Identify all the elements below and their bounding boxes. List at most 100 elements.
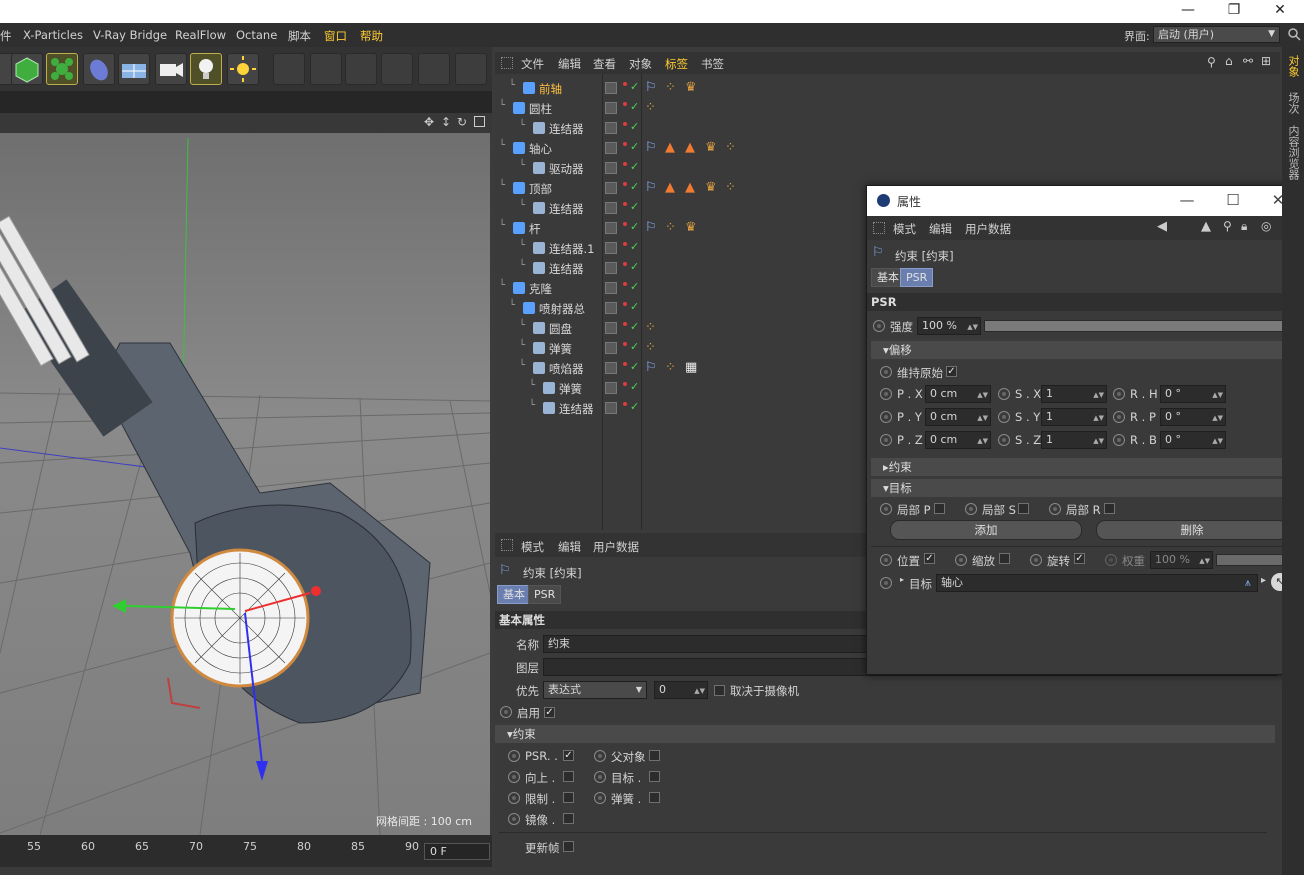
layer-visibility-box[interactable] [605,302,617,314]
visibility-dot[interactable] [623,222,627,226]
enabled-check-icon[interactable]: ✓ [630,140,639,153]
update-frame-checkbox[interactable] [563,841,574,852]
visibility-dot[interactable] [623,242,627,246]
zoom-view-icon[interactable]: ↕ [441,115,451,129]
object-name[interactable]: 克隆 [529,281,552,297]
enabled-check-icon[interactable]: ✓ [630,340,639,353]
rh-field[interactable]: 0 ° ▲▼ [1160,385,1226,403]
enabled-check-icon[interactable]: ✓ [630,160,639,173]
tree-line[interactable]: └ [519,340,525,351]
dots-tag-icon[interactable]: ⁘ [725,141,739,155]
object-row[interactable]: └ 连结器 ✓ [495,258,865,278]
visibility-dot[interactable] [623,122,627,126]
clamp-option-checkbox[interactable] [563,792,574,803]
deformer-icon[interactable] [83,53,115,85]
psr-animate-dot[interactable] [508,750,520,762]
strength-slider[interactable] [984,320,1295,332]
object-row[interactable]: └ 连结器 ✓ [495,398,865,418]
tree-line[interactable]: └ [509,80,515,91]
visibility-dot[interactable] [623,162,627,166]
layer-visibility-box[interactable] [605,82,617,94]
enabled-check-icon[interactable]: ✓ [630,280,639,293]
dots-tag-icon[interactable]: ⁘ [645,321,659,335]
layer-visibility-box[interactable] [605,122,617,134]
enabled-check-icon[interactable]: ✓ [630,80,639,93]
tree-line[interactable]: └ [529,380,535,391]
camera-dependent-checkbox[interactable] [714,685,725,696]
cone-tag-icon[interactable]: ▲ [685,141,699,155]
mirror-option-checkbox[interactable] [563,813,574,824]
layer-visibility-box[interactable] [605,242,617,254]
object-name[interactable]: 弹簧 [559,381,582,397]
floor-icon[interactable] [118,53,150,85]
tree-line[interactable]: └ [519,260,525,271]
axis-icon[interactable] [310,53,342,85]
target-animate-dot[interactable] [880,577,892,589]
layer-visibility-box[interactable] [605,282,617,294]
dots-tag-icon[interactable]: ⁘ [665,221,679,235]
px-animate-dot[interactable] [880,388,892,400]
locked-workplane-icon[interactable] [455,53,487,85]
local-s-checkbox[interactable] [1018,503,1029,514]
crown-tag-icon[interactable]: ♛ [685,221,699,235]
attrwin-menu-mode[interactable]: 模式 [893,221,916,237]
checker-tag-icon[interactable]: ▦ [685,361,699,375]
enabled-check-icon[interactable]: ✓ [630,380,639,393]
grip-icon[interactable] [873,222,885,234]
strength-field[interactable]: 100 % ▲▼ [917,317,981,335]
layer-visibility-box[interactable] [605,262,617,274]
visibility-dot[interactable] [623,142,627,146]
om-menu-object[interactable]: 对象 [629,56,652,72]
add-button[interactable]: 添加 [890,520,1082,540]
tree-line[interactable]: └ [519,240,525,251]
layer-visibility-box[interactable] [605,362,617,374]
object-row[interactable]: └ 圆柱 ✓ ⁘ [495,98,865,118]
parent-animate-dot[interactable] [594,750,606,762]
dots-tag-icon[interactable]: ⁘ [725,181,739,195]
rotate-view-icon[interactable]: ↻ [457,115,467,129]
object-name[interactable]: 连结器 [549,121,584,137]
3d-viewport[interactable]: 网格间距 : 100 cm [0,133,490,835]
object-row[interactable]: └ 喷射器总 ✓ [495,298,865,318]
lock-icon[interactable]: 🔒︎ [1241,219,1247,234]
constraint-tag-icon[interactable]: ⚐ [645,181,659,195]
enabled-check-icon[interactable]: ✓ [630,360,639,373]
layer-visibility-box[interactable] [605,182,617,194]
attributes-window-titlebar[interactable]: 属性 — ☐ ✕ [867,186,1300,216]
crown-tag-icon[interactable]: ♛ [705,141,719,155]
clamp-animate-dot[interactable] [508,792,520,804]
constraint-section-header[interactable]: ▸约束 [871,458,1296,476]
tree-line[interactable]: └ [509,300,515,311]
local-p-checkbox[interactable] [934,503,945,514]
om-menu-tags[interactable]: 标签 [665,56,688,72]
object-name[interactable]: 顶部 [529,181,552,197]
menu-script[interactable]: 脚本 [288,28,311,44]
cone-tag-icon[interactable]: ▲ [685,181,699,195]
px-field[interactable]: 0 cm ▲▼ [925,385,991,403]
playback-controls[interactable] [0,867,492,875]
layer-visibility-box[interactable] [605,142,617,154]
target-icon[interactable]: ◎ [1261,219,1271,233]
visibility-dot[interactable] [623,102,627,106]
object-name[interactable]: 连结器 [549,201,584,217]
dots-tag-icon[interactable]: ⁘ [665,361,679,375]
grid-icon[interactable] [381,53,413,85]
attr-menu-mode[interactable]: 模式 [521,539,544,555]
tree-line[interactable]: └ [499,280,505,291]
visibility-dot[interactable] [623,342,627,346]
cube-icon[interactable] [11,53,43,85]
weight-slider[interactable] [1216,554,1286,566]
object-row[interactable]: └ 克隆 ✓ [495,278,865,298]
sx-animate-dot[interactable] [998,388,1010,400]
sz-field[interactable]: 1 ▲▼ [1041,431,1107,449]
keep-original-checkbox[interactable]: ✓ [946,366,957,377]
workplane-icon[interactable] [418,53,450,85]
object-name[interactable]: 连结器 [559,401,594,417]
enabled-check-icon[interactable]: ✓ [630,120,639,133]
layout-select[interactable]: 启动 (用户) ▼ [1153,26,1280,43]
scale-checkbox[interactable] [999,553,1010,564]
psr-option-checkbox[interactable]: ✓ [563,750,574,761]
dots-tag-icon[interactable]: ⁘ [645,101,659,115]
tree-line[interactable]: └ [519,160,525,171]
cone-tag-icon[interactable]: ▲ [665,141,679,155]
